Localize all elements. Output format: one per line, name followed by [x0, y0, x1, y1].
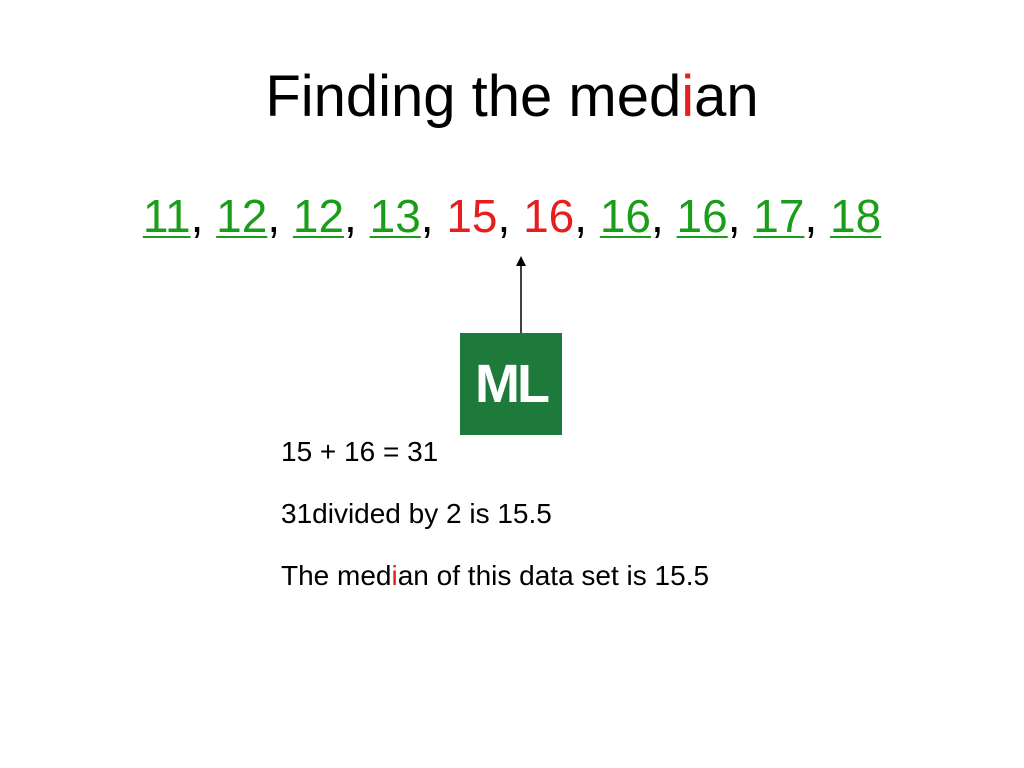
- step-sum: 15 + 16 = 31: [281, 436, 439, 467]
- logo-text: ML: [475, 354, 550, 414]
- ml-logo: ML: [460, 333, 562, 435]
- step-divide: 31divided by 2 is 15.5: [281, 498, 552, 529]
- result-text-end: an of this data set is 15.5: [397, 560, 710, 591]
- result-text-start: The med: [281, 560, 392, 591]
- calculation-steps: 15 + 16 = 31 31divided by 2 is 15.5 The …: [281, 432, 709, 618]
- step-result: The median of this data set is 15.5: [281, 556, 709, 618]
